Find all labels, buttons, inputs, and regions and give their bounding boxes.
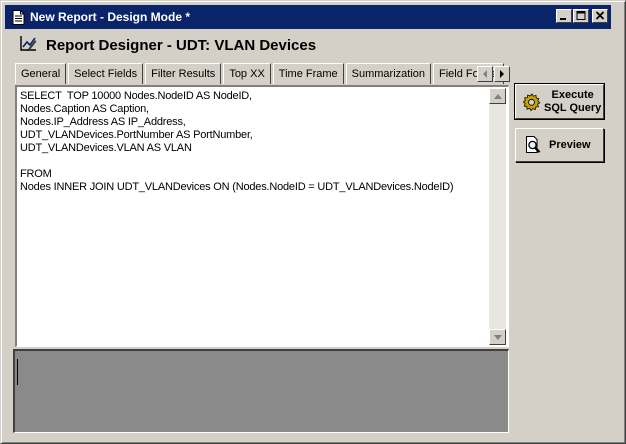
tab-general[interactable]: General	[15, 63, 67, 84]
window-controls	[556, 9, 608, 23]
tab-filter-results[interactable]: Filter Results	[145, 63, 222, 84]
preview-label: Preview	[549, 138, 591, 151]
arrow-right-icon	[500, 70, 504, 78]
text-caret	[17, 359, 18, 385]
maximize-button[interactable]	[573, 9, 589, 23]
tab-time-frame[interactable]: Time Frame	[272, 63, 344, 84]
close-button[interactable]	[592, 9, 608, 23]
vertical-scrollbar[interactable]	[489, 88, 506, 345]
minimize-button[interactable]	[556, 9, 572, 23]
tab-select-fields[interactable]: Select Fields	[68, 63, 144, 84]
arrow-down-icon	[493, 334, 502, 340]
document-icon	[12, 9, 25, 25]
arrow-left-icon	[483, 70, 487, 78]
tab-strip: General Select Fields Filter Results Top…	[15, 63, 509, 84]
sql-query-text[interactable]: SELECT TOP 10000 Nodes.NodeID AS NodeID,…	[20, 90, 488, 344]
title-bar[interactable]: New Report - Design Mode *	[5, 5, 611, 29]
scroll-up-button[interactable]	[489, 88, 506, 104]
execute-sql-query-button[interactable]: Execute SQL Query	[514, 83, 605, 120]
query-results-pane[interactable]	[13, 349, 509, 433]
close-icon	[595, 11, 605, 20]
execute-label-line1: Execute	[551, 88, 594, 101]
tab-scroll-left-button[interactable]	[477, 66, 493, 82]
scroll-down-button[interactable]	[489, 329, 506, 345]
minimize-icon	[560, 18, 566, 20]
magnifier-document-icon	[525, 136, 543, 154]
window-title: New Report - Design Mode *	[30, 10, 191, 24]
maximize-icon	[576, 11, 586, 20]
designer-header: Report Designer - UDT: VLAN Devices	[19, 34, 316, 56]
report-designer-icon	[19, 34, 38, 56]
report-designer-window: New Report - Design Mode * Report Design…	[0, 0, 626, 444]
tab-top-xx[interactable]: Top XX	[223, 63, 271, 84]
gear-icon	[523, 92, 541, 111]
sql-editor[interactable]: SELECT TOP 10000 Nodes.NodeID AS NodeID,…	[15, 85, 509, 347]
execute-label-line2: SQL Query	[544, 101, 602, 114]
tab-scroll-controls	[477, 66, 510, 82]
tab-summarization[interactable]: Summarization	[345, 63, 432, 84]
arrow-up-icon	[493, 93, 502, 99]
designer-title: Report Designer - UDT: VLAN Devices	[46, 36, 317, 54]
preview-button[interactable]: Preview	[515, 128, 604, 162]
tab-scroll-right-button[interactable]	[494, 66, 510, 82]
